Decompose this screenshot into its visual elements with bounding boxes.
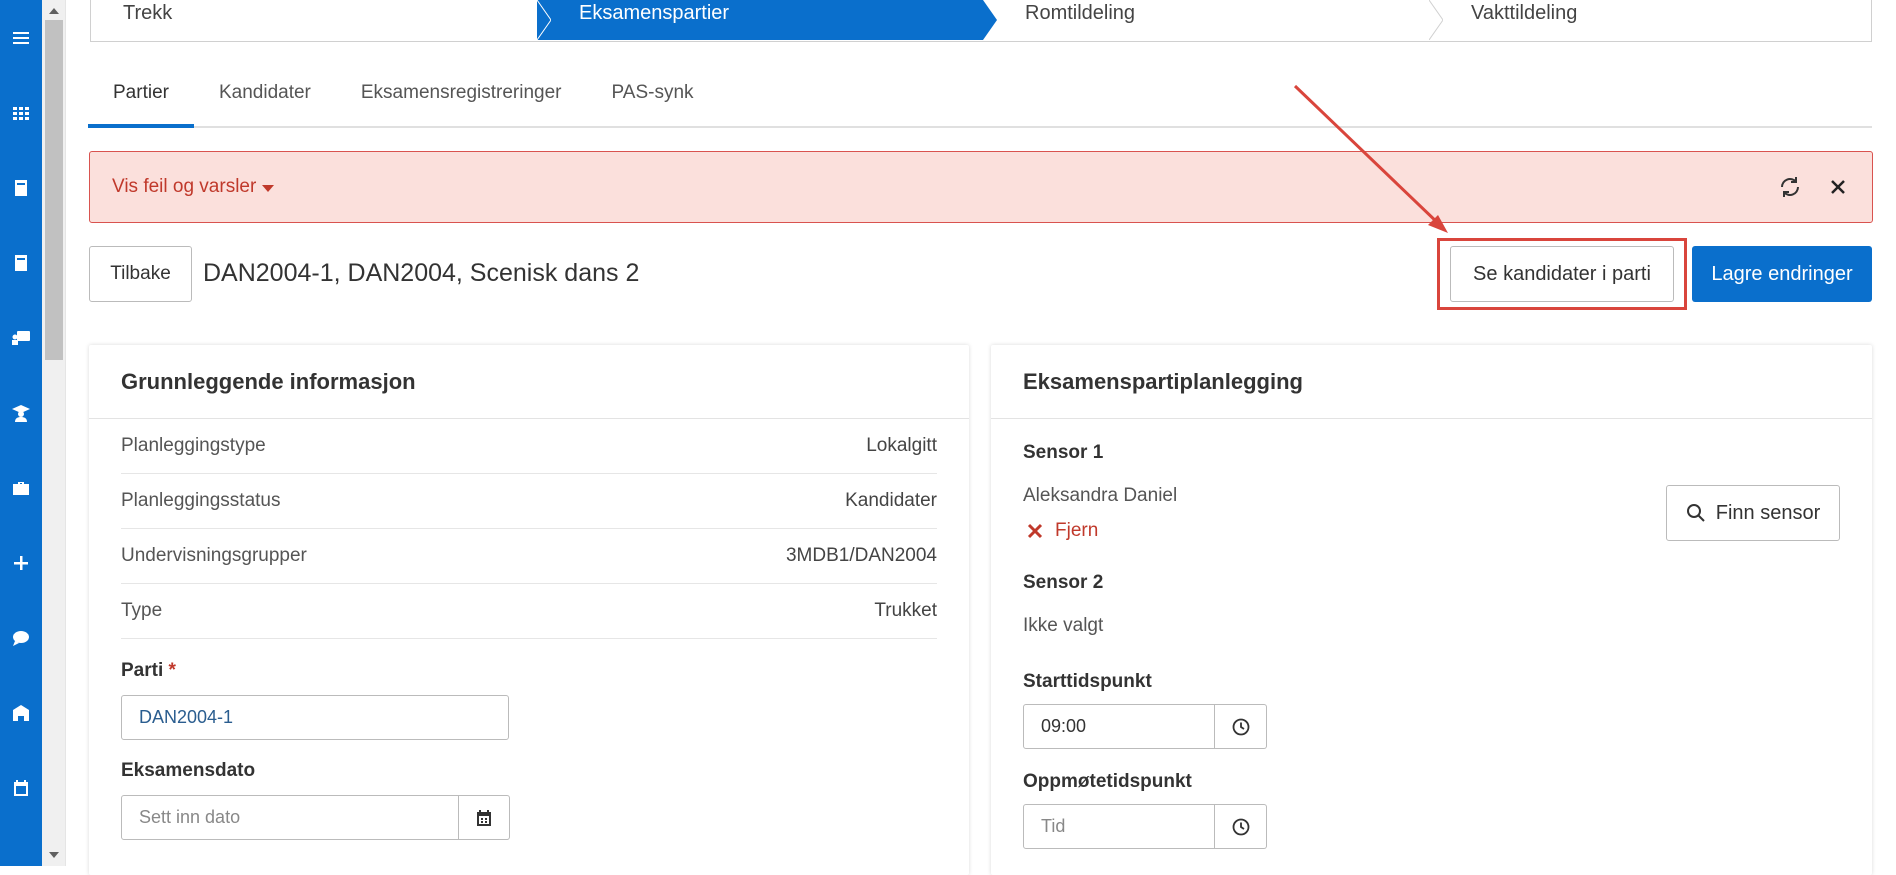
step-vakttildeling[interactable]: Vakttildeling xyxy=(1429,0,1871,40)
attendance-time-label: Oppmøtetidspunkt xyxy=(1023,771,1192,792)
exam-date-input[interactable]: Sett inn dato xyxy=(121,795,459,840)
sidebar xyxy=(0,0,42,866)
refresh-icon[interactable] xyxy=(1778,175,1802,199)
show-errors-toggle[interactable]: Vis feil og varsler xyxy=(90,176,275,198)
see-candidates-button[interactable]: Se kandidater i parti xyxy=(1450,246,1674,302)
tab-kandidater[interactable]: Kandidater xyxy=(194,76,336,126)
info-value: Lokalgitt xyxy=(866,435,937,456)
remove-label: Fjern xyxy=(1055,520,1099,541)
basic-info-card: Grunnleggende informasjon Planleggingsty… xyxy=(89,345,969,875)
scroll-down-arrow-icon[interactable] xyxy=(49,852,59,858)
main-content: Trekk Eksamenspartier Romtildeling Vaktt… xyxy=(88,0,1874,875)
tab-pas-synk[interactable]: PAS-synk xyxy=(587,76,719,126)
step-label: Eksamenspartier xyxy=(579,2,730,24)
start-time-picker-button[interactable] xyxy=(1215,704,1267,749)
step-trekk[interactable]: Trekk xyxy=(91,0,551,40)
book-icon[interactable] xyxy=(0,150,42,225)
step-label: Romtildeling xyxy=(1025,2,1136,24)
date-picker-button[interactable] xyxy=(459,795,510,840)
info-value: 3MDB1/DAN2004 xyxy=(785,545,937,566)
clock-icon xyxy=(1232,818,1249,835)
show-errors-label: Vis feil og varsler xyxy=(112,176,257,197)
teacher-icon[interactable] xyxy=(0,300,42,375)
step-chevron-icon xyxy=(1429,0,1443,40)
school-icon[interactable] xyxy=(0,675,42,750)
scroll-up-arrow-icon[interactable] xyxy=(49,8,59,14)
basic-info-title: Grunnleggende informasjon xyxy=(89,345,969,419)
sensor2-value: Ikke valgt xyxy=(1023,615,1104,636)
grid-icon[interactable] xyxy=(0,75,42,150)
info-value: Kandidater xyxy=(845,490,937,511)
info-label: Undervisningsgrupper xyxy=(121,545,307,566)
planning-title: Eksamenspartiplanlegging xyxy=(991,345,1872,419)
tab-eksamensregistreringer[interactable]: Eksamensregistreringer xyxy=(336,76,587,126)
info-row-undervisningsgrupper: Undervisningsgrupper 3MDB1/DAN2004 xyxy=(121,529,937,584)
info-label: Planleggingstype xyxy=(121,435,266,456)
back-button[interactable]: Tilbake xyxy=(89,246,192,302)
sensor1-label: Sensor 1 xyxy=(1023,442,1104,463)
info-row-planleggingsstatus: Planleggingsstatus Kandidater xyxy=(121,474,937,529)
tab-bar: Partier Kandidater Eksamensregistreringe… xyxy=(88,76,1872,128)
vertical-scrollbar[interactable] xyxy=(42,0,66,866)
calendar-icon[interactable] xyxy=(0,750,42,825)
page-title: DAN2004-1, DAN2004, Scenisk dans 2 xyxy=(203,259,640,287)
process-stepper: Trekk Eksamenspartier Romtildeling Vaktt… xyxy=(90,0,1872,42)
step-label: Trekk xyxy=(123,2,173,24)
info-row-type: Type Trukket xyxy=(121,584,937,639)
find-sensor-button[interactable]: Finn sensor xyxy=(1666,485,1840,541)
clock-icon xyxy=(1232,718,1249,735)
scroll-thumb[interactable] xyxy=(45,20,63,360)
parti-label: Parti * xyxy=(121,660,176,682)
tab-partier[interactable]: Partier xyxy=(88,76,194,128)
required-marker: * xyxy=(168,660,176,681)
step-label: Vakttildeling xyxy=(1471,2,1578,24)
parti-label-text: Parti xyxy=(121,660,164,681)
book-icon[interactable] xyxy=(0,225,42,300)
step-chevron-icon xyxy=(537,0,551,40)
attendance-time-input[interactable]: Tid xyxy=(1023,804,1215,849)
plus-icon[interactable] xyxy=(0,525,42,600)
info-value: Trukket xyxy=(874,600,937,621)
sensor2-label: Sensor 2 xyxy=(1023,572,1104,593)
step-eksamenspartier[interactable]: Eksamenspartier xyxy=(537,0,997,40)
save-changes-button[interactable]: Lagre endringer xyxy=(1692,246,1872,302)
close-icon[interactable] xyxy=(1826,175,1850,199)
step-romtildeling[interactable]: Romtildeling xyxy=(983,0,1443,40)
remove-sensor-link[interactable]: Fjern xyxy=(1027,520,1098,542)
remove-x-icon xyxy=(1027,523,1043,539)
chat-icon[interactable] xyxy=(0,600,42,675)
parti-input[interactable]: DAN2004-1 xyxy=(121,695,509,740)
calendar-icon xyxy=(477,809,491,826)
start-time-label: Starttidspunkt xyxy=(1023,671,1152,692)
step-chevron-icon xyxy=(983,0,997,40)
graduate-icon[interactable] xyxy=(0,375,42,450)
error-alert: Vis feil og varsler xyxy=(89,151,1873,223)
info-row-planleggingstype: Planleggingstype Lokalgitt xyxy=(121,419,937,474)
search-icon xyxy=(1686,504,1705,522)
briefcase-icon[interactable] xyxy=(0,450,42,525)
info-label: Planleggingsstatus xyxy=(121,490,281,511)
sensor1-name: Aleksandra Daniel xyxy=(1023,485,1178,506)
exam-date-label: Eksamensdato xyxy=(121,760,256,781)
info-label: Type xyxy=(121,600,163,621)
find-sensor-label: Finn sensor xyxy=(1715,501,1821,524)
start-time-input[interactable]: 09:00 xyxy=(1023,704,1215,749)
menu-icon[interactable] xyxy=(0,0,42,75)
attendance-time-picker-button[interactable] xyxy=(1215,804,1267,849)
planning-card: Eksamenspartiplanlegging Sensor 1 Aleksa… xyxy=(991,345,1872,875)
caret-down-icon xyxy=(262,184,275,192)
